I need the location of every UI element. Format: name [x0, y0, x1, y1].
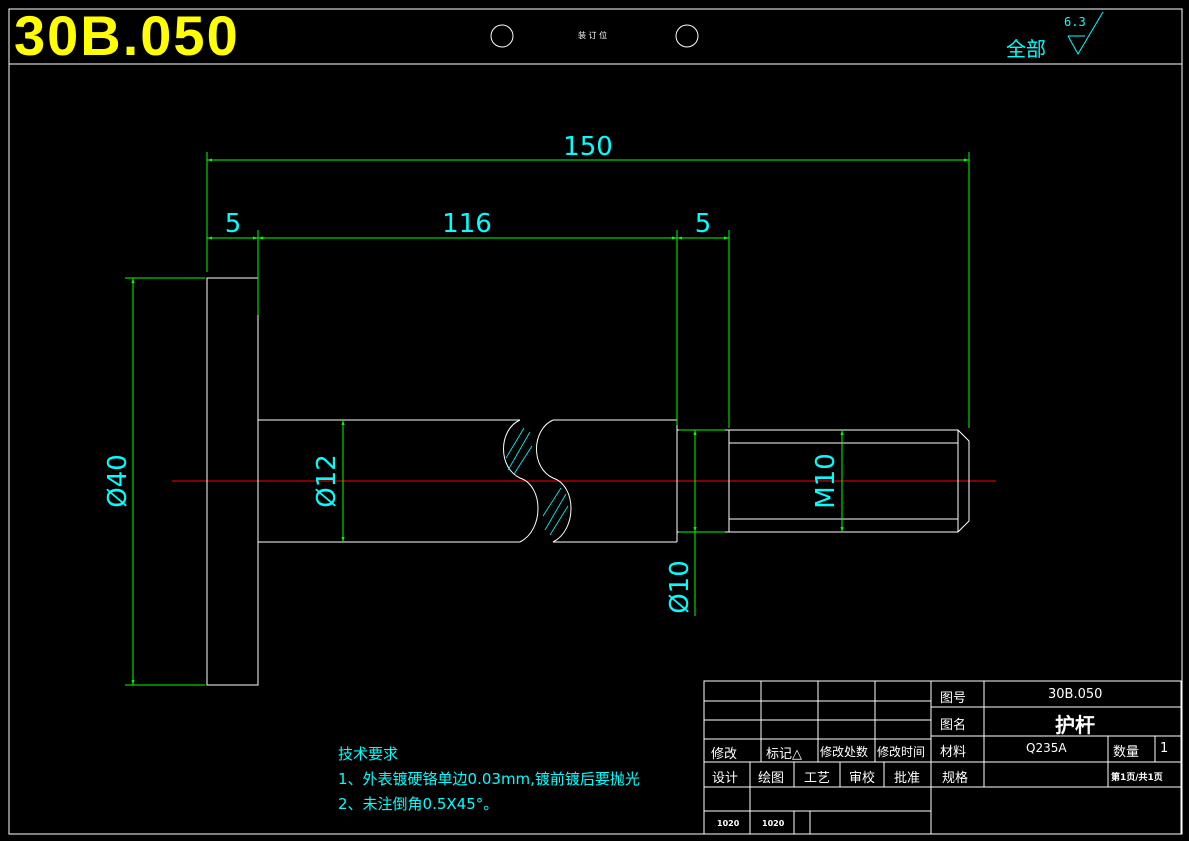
role-value-drawing: 1020: [762, 819, 785, 828]
rev-header-count: 修改处数: [820, 745, 869, 759]
role-design: 设计: [712, 771, 739, 786]
tech-item-2: 2、未注倒角0.5X45°。: [338, 795, 499, 813]
spec-label: 规格: [942, 771, 969, 786]
dim-neck-length: 5: [695, 209, 712, 239]
name-label: 图名: [940, 718, 967, 733]
role-approve: 批准: [894, 771, 921, 786]
rev-header-mark: 标记△: [766, 747, 802, 762]
binding-label: 装 订 位: [578, 31, 608, 40]
role-process: 工艺: [804, 771, 831, 786]
drawing-no-label: 图号: [940, 691, 967, 706]
dim-shaft-length: 116: [442, 209, 492, 239]
quantity-value: 1: [1160, 741, 1169, 756]
tech-item-1: 1、外表镀硬铬单边0.03mm,镀前镀后要抛光: [338, 770, 640, 788]
tech-title: 技术要求: [338, 745, 399, 763]
part-name: 护杆: [1055, 713, 1095, 737]
rev-header-time: 修改时间: [877, 745, 926, 759]
roughness-value: 6.3: [1064, 15, 1086, 29]
role-value-design: 1020: [717, 819, 740, 828]
surface-all-label: 全部: [1006, 37, 1046, 61]
dim-shaft-diameter: Ø12: [312, 454, 342, 508]
drawing-no-value: 30B.050: [1048, 687, 1103, 702]
dim-thread-spec: M10: [811, 453, 841, 509]
role-review: 审校: [849, 771, 876, 786]
role-drawing: 绘图: [758, 771, 785, 786]
drawing-code-title: 30B.050: [14, 4, 240, 67]
technical-drawing: 150 5 116 5 Ø40 Ø12 Ø10 M10: [8, 8, 1183, 835]
page-info: 第1页/共1页: [1111, 773, 1163, 783]
binding-hole-right: [675, 24, 699, 48]
material-label: 材料: [940, 745, 967, 760]
material-value: Q235A: [1026, 741, 1067, 755]
dim-flange-thickness: 5: [225, 209, 242, 239]
binding-hole-left: [490, 24, 514, 48]
tech-requirements: 技术要求 1、外表镀硬铬单边0.03mm,镀前镀后要抛光 2、未注倒角0.5X4…: [338, 742, 640, 817]
dim-total-length: 150: [563, 132, 613, 162]
dim-flange-diameter: Ø40: [103, 454, 133, 508]
quantity-label: 数量: [1113, 745, 1140, 760]
dim-neck-diameter: Ø10: [665, 560, 695, 614]
rev-header-modify: 修改: [711, 747, 738, 762]
